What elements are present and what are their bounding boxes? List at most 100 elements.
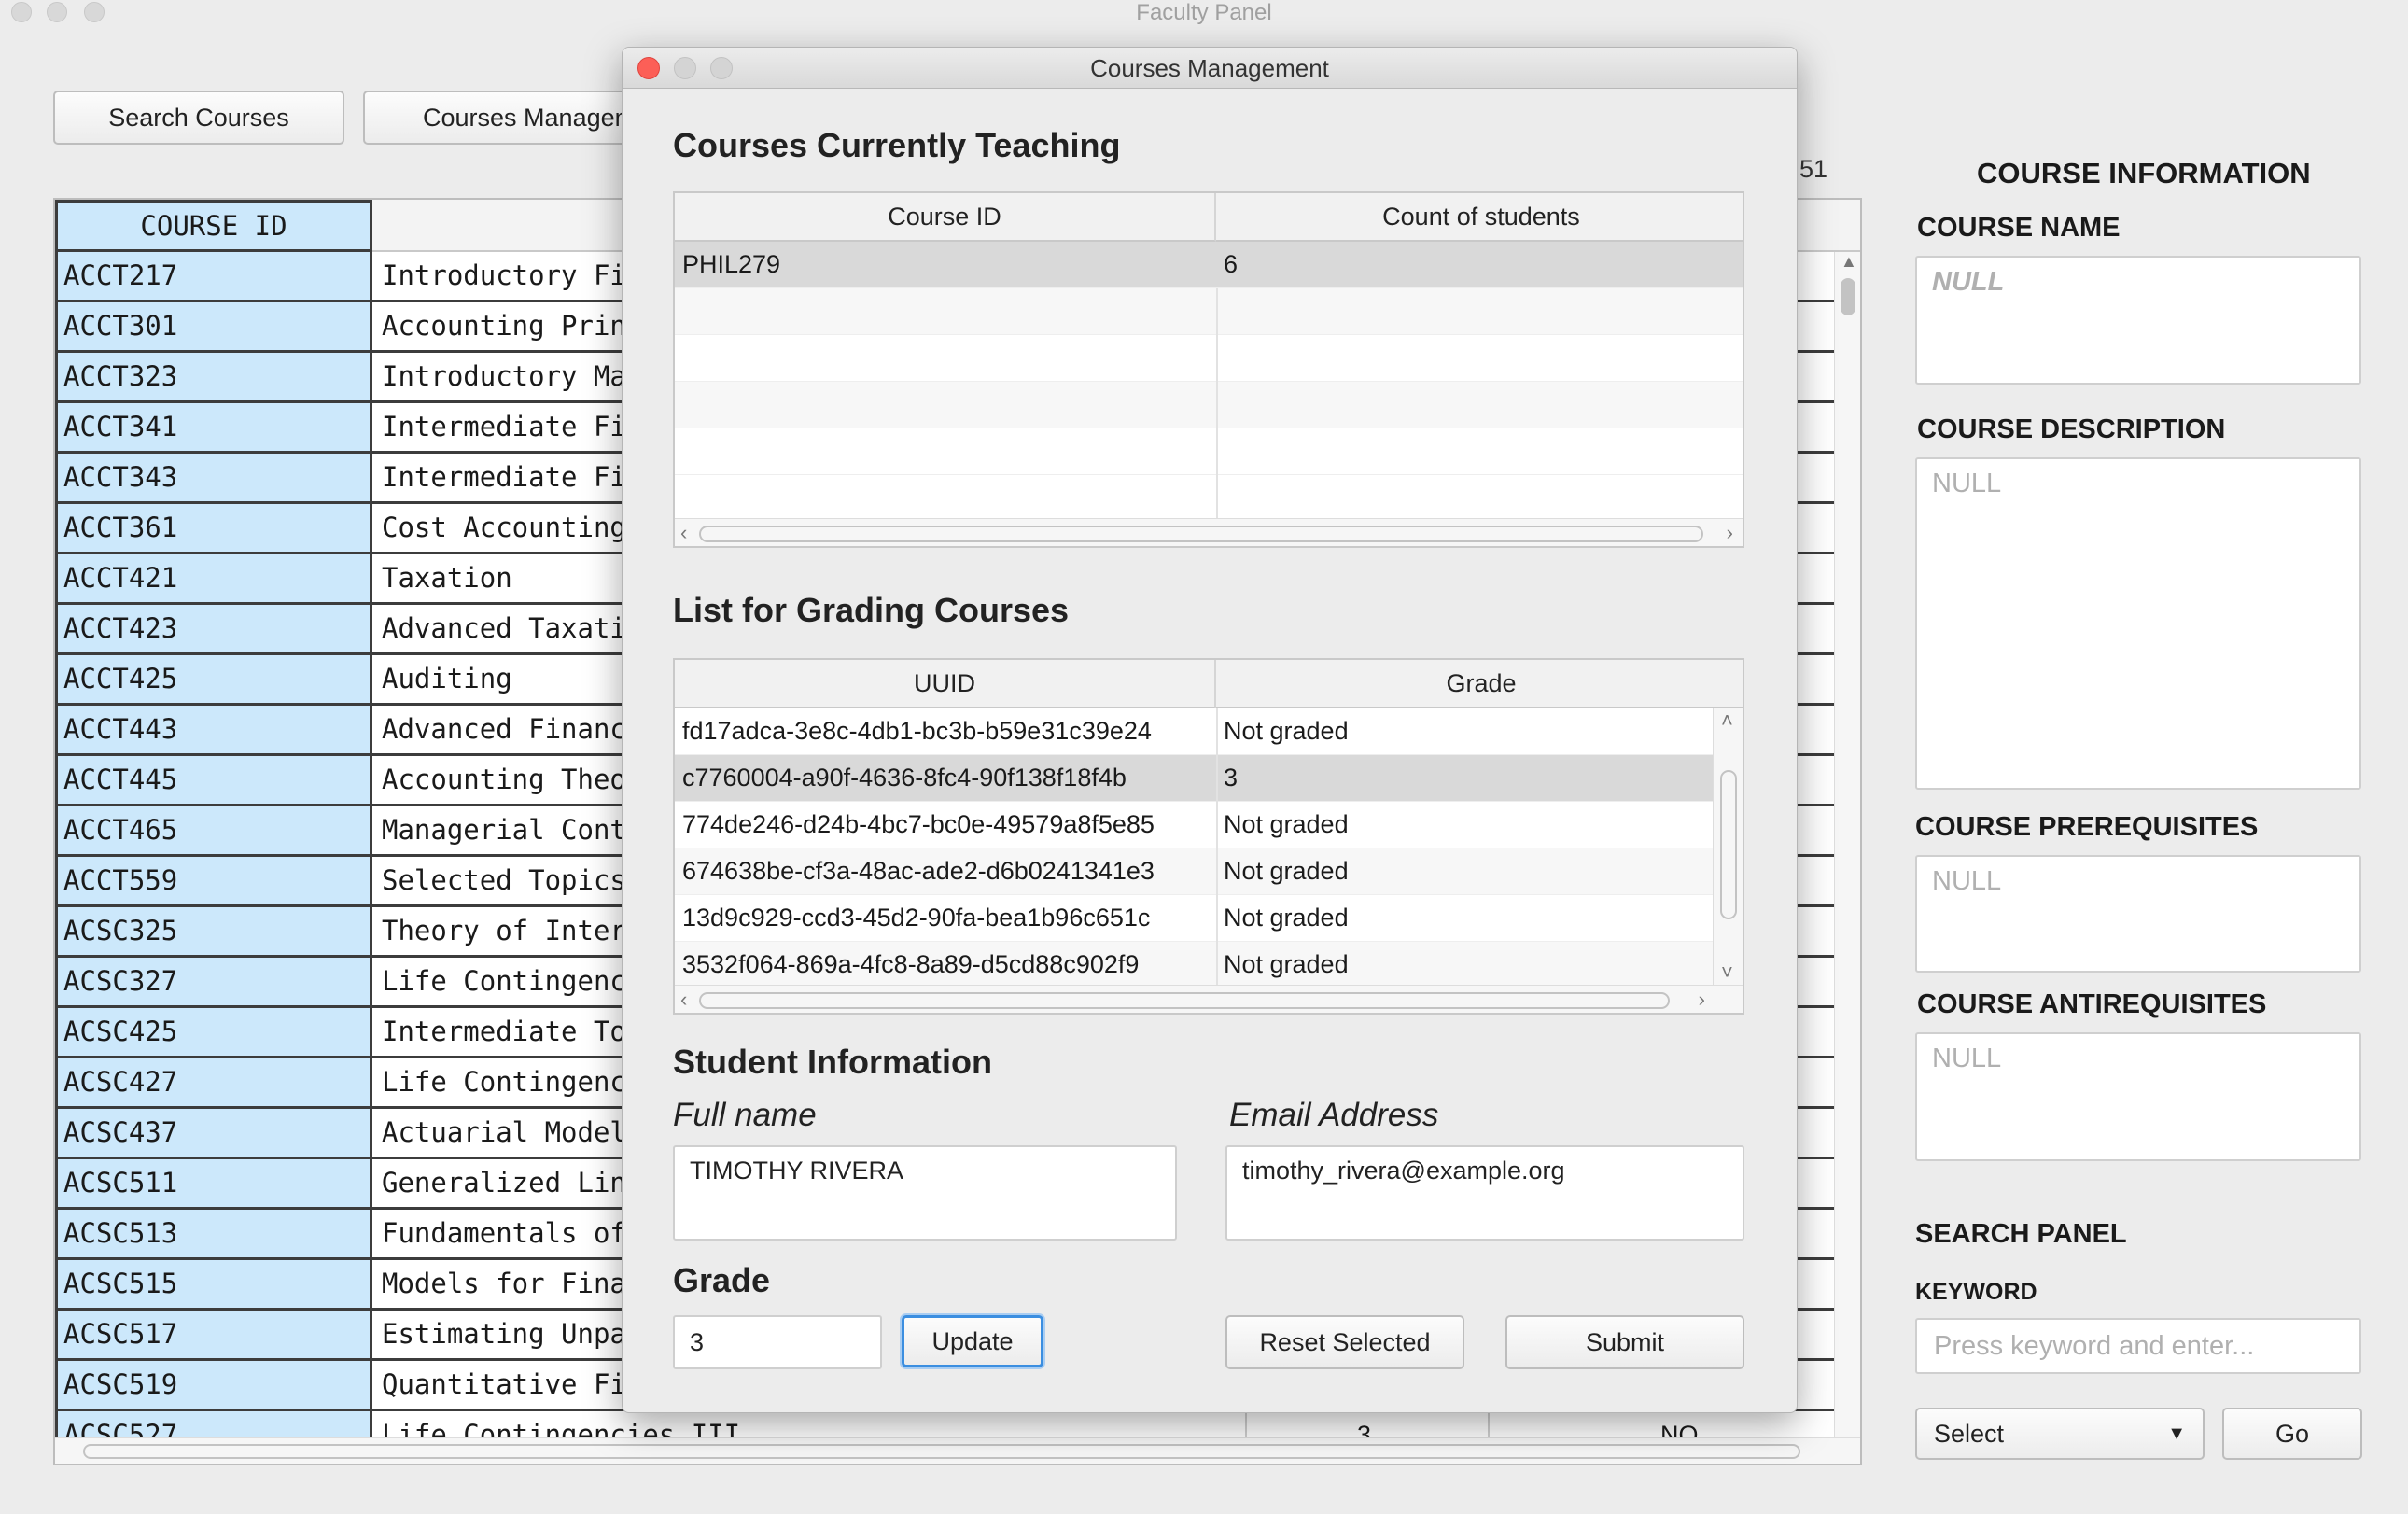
dialog-zoom-button[interactable] [710,57,733,79]
window-minimize-control[interactable] [47,2,67,22]
course-id-cell: ACSC327 [55,958,372,1008]
chevron-up-icon[interactable]: ˄ [1721,708,1733,733]
grading-table[interactable]: UUID Grade fd17adca-3e8c-4db1-bc3b-b59e3… [673,658,1744,1015]
student-information-heading: Student Information [673,1043,992,1081]
chevron-left-icon[interactable]: ‹ [680,521,687,545]
uuid-cell: 13d9c929-ccd3-45d2-90fa-bea1b96c651c [682,904,1151,932]
submit-button[interactable]: Submit [1505,1315,1744,1369]
teaching-heading: Courses Currently Teaching [673,126,1121,164]
course-id-cell: ACSC425 [55,1008,372,1058]
course-id-cell: ACSC519 [55,1361,372,1411]
course-id-cell: ACCT341 [55,403,372,454]
course-prerequisites-label: COURSE PREREQUISITES [1915,812,2259,842]
window-close-control[interactable] [11,2,32,22]
full-name-field[interactable]: TIMOTHY RIVERA [673,1145,1177,1241]
table-row[interactable]: 13d9c929-ccd3-45d2-90fa-bea1b96c651c Not … [675,895,1743,942]
course-id-cell: ACCT323 [55,353,372,403]
count-cell: 6 [1224,250,1239,278]
course-prerequisites-field[interactable]: NULL [1915,855,2361,973]
table-row[interactable]: 3532f064-869a-4fc8-8a89-d5cd88c902f9 Not … [675,942,1743,988]
grading-heading: List for Grading Courses [673,591,1070,629]
course-id-cell: ACCT465 [55,806,372,857]
course-table-horizontal-scrollbar[interactable] [55,1437,1860,1464]
scroll-thumb[interactable] [699,526,1703,542]
course-name-field[interactable]: NULL [1915,256,2361,385]
chevron-right-icon[interactable]: › [1727,521,1733,545]
scroll-up-icon[interactable]: ▲ [1841,252,1857,272]
chevron-down-icon[interactable]: ˅ [1721,960,1733,985]
scroll-thumb[interactable] [1841,278,1855,315]
keyword-search-input[interactable]: Press keyword and enter... [1915,1318,2361,1374]
reset-selected-button[interactable]: Reset Selected [1225,1315,1464,1369]
dialog-titlebar: Courses Management [623,48,1797,89]
course-table-vertical-scrollbar[interactable]: ▲ [1834,252,1860,1437]
course-id-column-header[interactable]: COURSE ID [55,200,372,252]
teaching-table[interactable]: Course ID Count of students PHIL279 6 ‹ … [673,191,1744,548]
email-field[interactable]: timothy_rivera@example.org [1225,1145,1744,1241]
course-id-cell: ACCT443 [55,706,372,756]
uuid-cell: c7760004-a90f-4636-8fc4-90f138f18f4b [682,764,1127,792]
window-titlebar: Faculty Panel [0,0,2408,28]
course-description-label: COURSE DESCRIPTION [1917,414,2226,444]
course-id-cell: ACCT421 [55,554,372,605]
search-courses-button[interactable]: Search Courses [53,91,344,145]
empty-row [675,382,1743,428]
course-id-cell: ACCT301 [55,302,372,353]
course-id-cell: ACSC513 [55,1210,372,1260]
uuid-cell: 3532f064-869a-4fc8-8a89-d5cd88c902f9 [682,950,1140,978]
go-button[interactable]: Go [2222,1408,2362,1460]
grade-input[interactable]: 3 [673,1315,882,1369]
uuid-column-header[interactable]: UUID [675,660,1216,708]
empty-row [675,288,1743,335]
table-row[interactable]: c7760004-a90f-4636-8fc4-90f138f18f4b 3 [675,755,1743,802]
table-row[interactable]: PHIL279 6 [675,242,1743,288]
scroll-thumb[interactable] [1720,770,1737,919]
chevron-right-icon[interactable]: › [1699,988,1705,1012]
search-type-select[interactable]: Select ▼ [1915,1408,2205,1460]
dialog-title: Courses Management [1090,54,1329,82]
grade-cell: Not graded [1224,904,1349,932]
course-id-column-header[interactable]: Course ID [675,193,1216,242]
course-description-field[interactable]: NULL [1915,457,2361,790]
course-count-label: 51 [1799,155,1828,183]
chevron-down-icon: ▼ [2167,1423,2186,1444]
uuid-cell: 674638be-cf3a-48ac-ade2-d6b0241341e3 [682,857,1155,885]
window-title: Faculty Panel [1136,0,1272,25]
grade-column-header[interactable]: Grade [1216,660,1743,708]
table-row[interactable]: fd17adca-3e8c-4db1-bc3b-b59e31c39e24 Not … [675,708,1743,755]
grade-cell: Not graded [1224,810,1349,838]
course-antirequisites-field[interactable]: NULL [1915,1032,2361,1161]
course-id-cell: ACSC325 [55,907,372,958]
uuid-cell: 774de246-d24b-4bc7-bc0e-49579a8f5e85 [682,810,1155,838]
course-id-cell: ACCT445 [55,756,372,806]
course-id-cell: ACSC515 [55,1260,372,1311]
course-antirequisites-label: COURSE ANTIREQUISITES [1917,989,2267,1019]
course-id-cell: ACCT217 [55,252,372,302]
table-row[interactable]: 774de246-d24b-4bc7-bc0e-49579a8f5e85 Not … [675,802,1743,848]
course-id-cell: ACCT361 [55,504,372,554]
uuid-cell: fd17adca-3e8c-4db1-bc3b-b59e31c39e24 [682,717,1152,745]
course-id-cell: ACCT559 [55,857,372,907]
count-column-header[interactable]: Count of students [1216,193,1743,242]
grading-table-vertical-scrollbar[interactable]: ˄ ˅ [1713,708,1743,985]
course-id-cell: PHIL279 [682,250,781,278]
scroll-thumb[interactable] [83,1444,1800,1459]
grade-cell: 3 [1224,764,1239,792]
dialog-close-button[interactable] [637,57,660,79]
scroll-thumb[interactable] [699,992,1670,1009]
grade-cell: Not graded [1224,857,1349,885]
select-label: Select [1934,1420,2005,1448]
table-row[interactable]: 674638be-cf3a-48ac-ade2-d6b0241341e3 Not … [675,848,1743,895]
dialog-minimize-button[interactable] [674,57,696,79]
chevron-left-icon[interactable]: ‹ [680,988,687,1012]
update-button[interactable]: Update [902,1315,1043,1367]
course-id-cell: ACSC517 [55,1311,372,1361]
course-id-cell: ACCT423 [55,605,372,655]
full-name-label: Full name [673,1097,817,1133]
teaching-table-horizontal-scrollbar[interactable]: ‹ › [675,518,1743,546]
email-address-label: Email Address [1229,1097,1439,1133]
grading-table-horizontal-scrollbar[interactable]: ‹ › [675,985,1743,1013]
window-zoom-control[interactable] [84,2,105,22]
grade-heading: Grade [673,1261,771,1299]
grade-cell: Not graded [1224,717,1349,745]
